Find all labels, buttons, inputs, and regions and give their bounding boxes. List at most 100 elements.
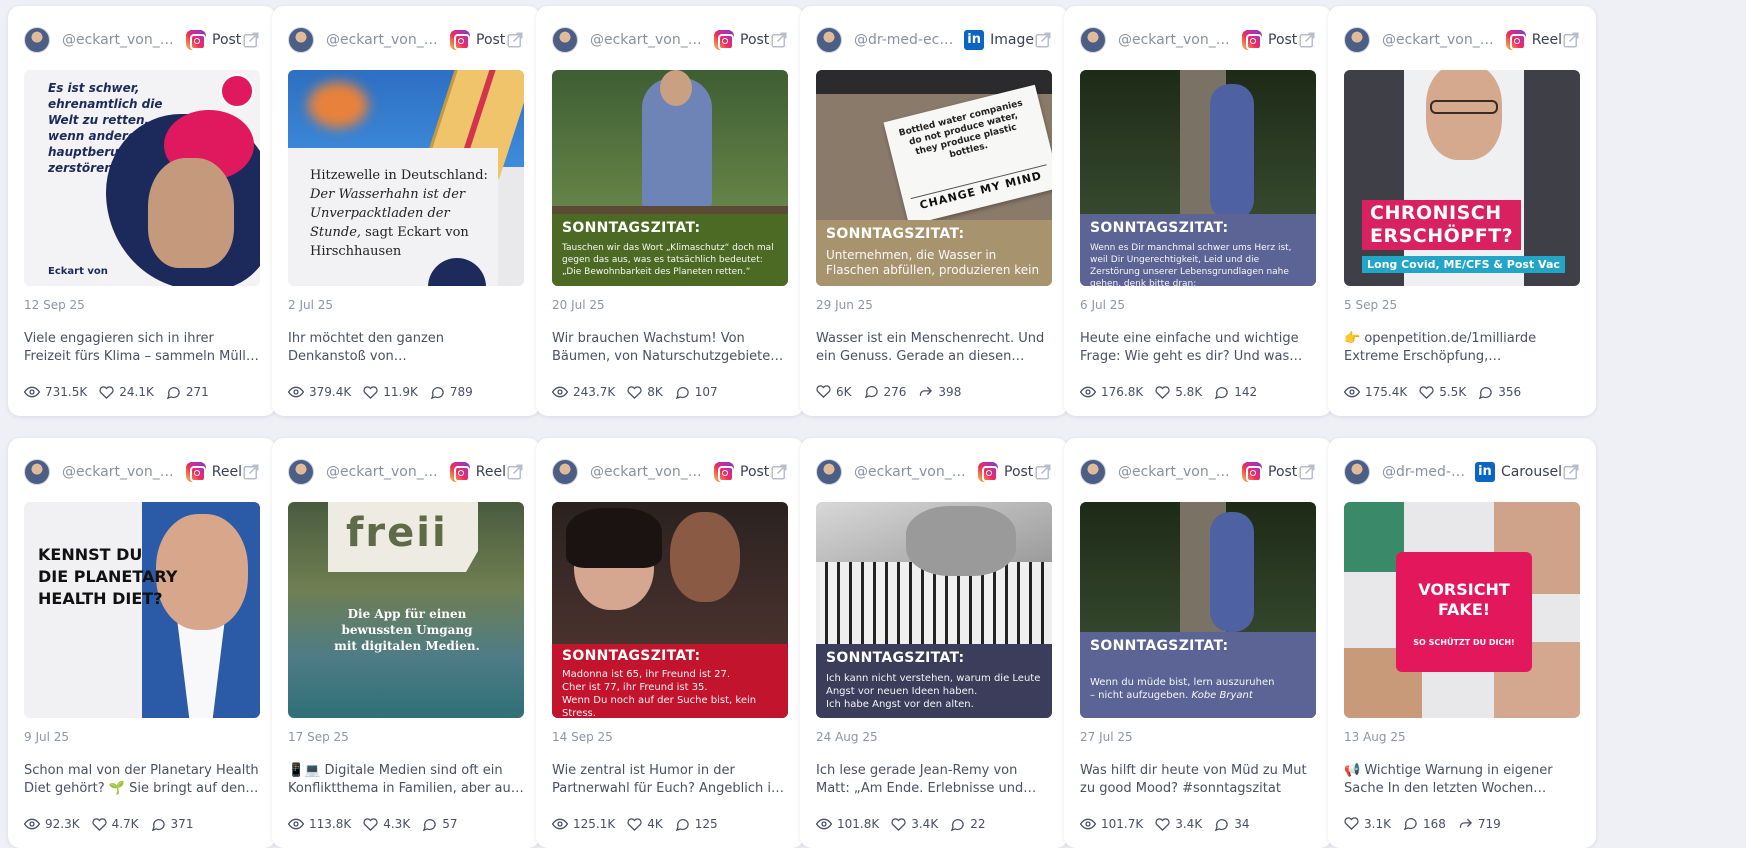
post-card[interactable]: @eckart_von_hirschhausen Post Es ist sch… <box>8 6 276 416</box>
stat-comment: 276 <box>864 384 906 399</box>
post-date: 20 Jul 25 <box>552 298 605 312</box>
external-link-icon[interactable] <box>1034 463 1052 481</box>
external-link-icon[interactable] <box>506 463 524 481</box>
post-card[interactable]: @eckart_von_hirschhausen Post SONNTAGSZI… <box>800 438 1068 848</box>
avatar[interactable] <box>1080 459 1106 485</box>
instagram-icon <box>449 462 470 482</box>
post-card[interactable]: @eckart_von_hirschhausen Post SONNTAGSZI… <box>1064 438 1332 848</box>
account-handle[interactable]: @eckart_von_hirschhausen <box>62 464 178 480</box>
post-thumbnail[interactable]: SONNTAGSZITAT: Wenn es Dir manchmal schwe… <box>1080 70 1316 286</box>
share-icon <box>918 384 938 399</box>
external-link-icon[interactable] <box>242 463 260 481</box>
post-type-label: Post <box>212 32 242 48</box>
avatar[interactable] <box>552 459 578 485</box>
post-date: 24 Aug 25 <box>816 730 878 744</box>
account-handle[interactable]: @eckart_von_hirschhausen <box>590 464 706 480</box>
account-handle[interactable]: @eckart_von_hirschhausen <box>590 32 706 48</box>
instagram-icon <box>450 30 470 50</box>
post-thumbnail[interactable]: Hitzewelle in Deutschland: Der Wasserhahn… <box>288 70 524 286</box>
post-date: 17 Sep 25 <box>288 730 349 744</box>
post-stats: 113.8K 4.3K 57 <box>288 816 469 832</box>
post-card[interactable]: @eckart_von_hirschhausen Reel CHRONISCHE… <box>1328 6 1596 416</box>
external-link-icon[interactable] <box>242 31 260 49</box>
post-date: 2 Jul 25 <box>288 298 334 312</box>
post-card[interactable]: @dr-med-eckart-von-hirschhausen in Image… <box>800 6 1068 416</box>
post-thumbnail[interactable]: freii Die App für einen bewussten Umgang… <box>288 502 524 718</box>
post-text: Heute eine einfache und wichtige Frage: … <box>1080 331 1299 364</box>
post-thumbnail[interactable]: Es ist schwer, ehrenamtlich die Welt zu … <box>24 70 260 286</box>
account-handle[interactable]: @dr-med-eckart-von-hirschhausen <box>1382 464 1467 480</box>
avatar[interactable] <box>1344 459 1370 485</box>
instagram-icon <box>714 462 734 482</box>
stat-eye: 243.7K <box>552 384 615 400</box>
post-card[interactable]: @eckart_von_hirschhausen Reel freii Die … <box>272 438 540 848</box>
post-header: @eckart_von_hirschhausen Post <box>1080 458 1316 486</box>
avatar[interactable] <box>24 27 50 53</box>
external-link-icon[interactable] <box>1034 31 1052 49</box>
post-thumbnail[interactable]: SONNTAGSZITAT: Ich kann nicht verstehen,… <box>816 502 1052 718</box>
stat-value: 101.7K <box>1101 817 1144 831</box>
stat-value: 24.1K <box>119 385 154 399</box>
post-card[interactable]: @eckart_von_hirschhausen Post SONNTAGSZI… <box>1064 6 1332 416</box>
post-stats: 125.1K 4K 125 <box>552 816 730 832</box>
external-link-icon[interactable] <box>506 31 524 49</box>
post-card[interactable]: @eckart_von_hirschhausen Post Hitzewelle… <box>272 6 540 416</box>
post-thumbnail[interactable]: VORSICHT FAKE! SO SCHÜTZT DU DICH! <box>1344 502 1580 718</box>
eye-icon <box>24 816 45 832</box>
avatar[interactable] <box>552 27 578 53</box>
post-header: @dr-med-eckart-von-hirschhausen in Carou… <box>1344 458 1580 486</box>
stat-eye: 125.1K <box>552 816 615 832</box>
post-date: 6 Jul 25 <box>1080 298 1126 312</box>
external-link-icon[interactable] <box>770 463 788 481</box>
stat-comment: 57 <box>422 817 457 832</box>
avatar[interactable] <box>1080 27 1106 53</box>
thumb-subtitle: SO SCHÜTZT DU DICH! <box>1413 638 1515 647</box>
post-thumbnail[interactable]: SONNTAGSZITAT: Wenn du müde bist, lern a… <box>1080 502 1316 718</box>
external-link-icon[interactable] <box>1298 463 1316 481</box>
post-card[interactable]: @eckart_von_hirschhausen Reel KENNST DUD… <box>8 438 276 848</box>
post-card[interactable]: @eckart_von_hirschhausen Post SONNTAGSZI… <box>536 438 804 848</box>
account-handle[interactable]: @eckart_von_hirschhausen <box>1382 32 1498 48</box>
eye-icon <box>552 816 573 832</box>
stat-value: 3.4K <box>911 817 939 831</box>
avatar[interactable] <box>1344 27 1370 53</box>
heart-icon <box>363 385 383 400</box>
account-handle[interactable]: @eckart_von_hirschhausen <box>1118 464 1234 480</box>
external-link-icon[interactable] <box>1562 463 1580 481</box>
avatar[interactable] <box>816 27 842 53</box>
account-handle[interactable]: @eckart_von_hirschhausen <box>854 464 970 480</box>
post-stats: 6K 276 398 <box>816 384 973 399</box>
post-thumbnail[interactable]: SONNTAGSZITAT: Tauschen wir das Wort „Kli… <box>552 70 788 286</box>
post-thumbnail[interactable]: CHRONISCH ERSCHÖPFT? Long Covid, ME/CFS &… <box>1344 70 1580 286</box>
post-text: 📱💻 Digitale Medien sind oft ein Konflikt… <box>288 763 518 796</box>
account-handle[interactable]: @eckart_von_hirschhausen <box>326 464 442 480</box>
account-handle[interactable]: @eckart_von_hirschhausen <box>1118 32 1234 48</box>
avatar[interactable] <box>288 27 314 53</box>
account-handle[interactable]: @eckart_von_hirschhausen <box>62 32 178 48</box>
avatar[interactable] <box>288 459 314 485</box>
stat-eye: 92.3K <box>24 816 80 832</box>
stat-value: 379.4K <box>309 385 352 399</box>
post-header: @eckart_von_hirschhausen Reel <box>1344 26 1580 54</box>
external-link-icon[interactable] <box>1562 31 1580 49</box>
account-handle[interactable]: @dr-med-eckart-von-hirschhausen <box>854 32 956 48</box>
stat-eye: 379.4K <box>288 384 351 400</box>
post-thumbnail[interactable]: Bottled water companies do not produce w… <box>816 70 1052 286</box>
post-stats: 176.8K 5.8K 142 <box>1080 384 1269 400</box>
post-header: @eckart_von_hirschhausen Post <box>288 26 524 54</box>
post-text: Was hilft dir heute von Müd zu Mut zu go… <box>1080 763 1307 796</box>
post-card[interactable]: @dr-med-eckart-von-hirschhausen in Carou… <box>1328 438 1596 848</box>
stat-value: 125 <box>694 817 718 831</box>
stat-eye: 731.5K <box>24 384 87 400</box>
post-stats: 101.8K 3.4K 22 <box>816 816 997 832</box>
account-handle[interactable]: @eckart_von_hirschhausen <box>326 32 442 48</box>
avatar[interactable] <box>816 459 842 485</box>
post-header: @dr-med-eckart-von-hirschhausen in Image <box>816 26 1052 54</box>
post-card[interactable]: @eckart_von_hirschhausen Post SONNTAGSZI… <box>536 6 804 416</box>
external-link-icon[interactable] <box>1298 31 1316 49</box>
post-thumbnail[interactable]: KENNST DU DIE PLANETARY HEALTH DIET? <box>24 502 260 718</box>
avatar[interactable] <box>24 459 50 485</box>
external-link-icon[interactable] <box>770 31 788 49</box>
post-thumbnail[interactable]: SONNTAGSZITAT: Madonna ist 65, ihr Freun… <box>552 502 788 718</box>
instagram-icon <box>185 462 206 482</box>
